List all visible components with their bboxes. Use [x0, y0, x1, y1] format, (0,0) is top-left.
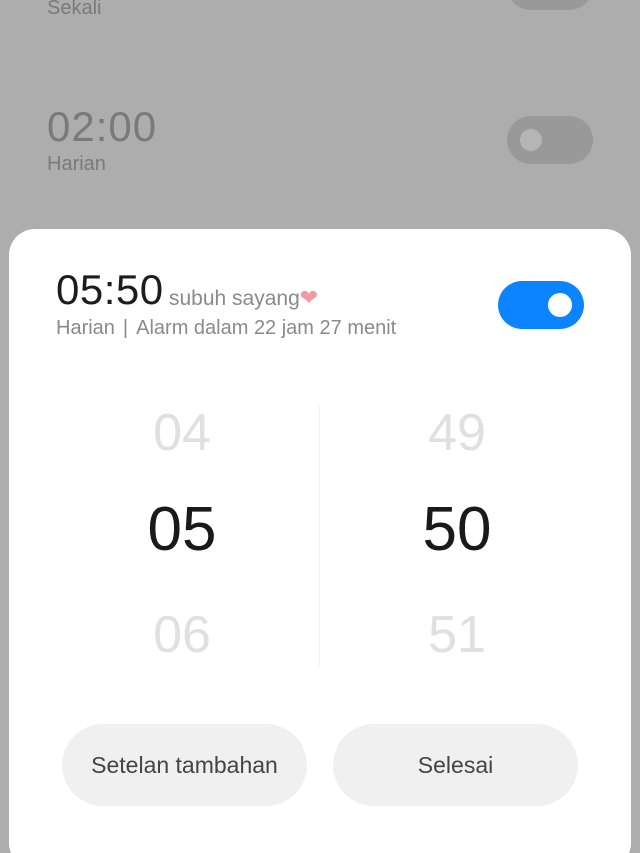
hour-selected[interactable]: 05	[47, 499, 317, 561]
alarm-countdown: Alarm dalam 22 jam 27 menit	[136, 317, 397, 339]
alarm-label: subuh sayang❤	[169, 285, 319, 310]
toggle-knob	[548, 293, 572, 317]
more-settings-button[interactable]: Setelan tambahan	[62, 724, 307, 806]
alarm-list-item: 02:00 Harian	[47, 103, 158, 175]
minute-prev[interactable]: 49	[322, 407, 592, 459]
alarm-repeat-label: Harian	[47, 153, 106, 175]
minute-picker[interactable]: 49 50 51	[322, 389, 592, 669]
done-button[interactable]: Selesai	[333, 724, 578, 806]
alarm-time: 05:50	[56, 266, 164, 313]
alarm-info: Harian | Alarm dalam 22 jam 27 menit	[56, 318, 396, 338]
alarm-edit-sheet: 05:50 subuh sayang❤ Harian | Alarm dalam 2…	[9, 229, 631, 853]
picker-divider	[319, 406, 320, 666]
minute-next[interactable]: 51	[322, 609, 592, 661]
alarm-toggle	[507, 116, 593, 164]
toggle-knob	[520, 129, 542, 151]
alarm-repeat-label: Harian	[56, 317, 115, 339]
alarm-repeat-label: Sekali	[47, 0, 102, 19]
minute-selected[interactable]: 50	[322, 499, 592, 561]
alarm-toggle	[507, 0, 593, 10]
alarm-time: 02:00	[47, 103, 158, 150]
alarm-label-text: subuh sayang	[169, 287, 300, 310]
separator: |	[122, 317, 129, 339]
heart-icon: ❤	[299, 285, 319, 310]
alarm-enabled-toggle[interactable]	[498, 281, 584, 329]
hour-next[interactable]: 06	[47, 609, 317, 661]
hour-picker[interactable]: 04 05 06	[47, 389, 317, 669]
alarm-list-item: Sekali	[47, 0, 101, 18]
hour-prev[interactable]: 04	[47, 407, 317, 459]
alarm-list-background: Sekali 02:00 Harian	[0, 0, 640, 240]
